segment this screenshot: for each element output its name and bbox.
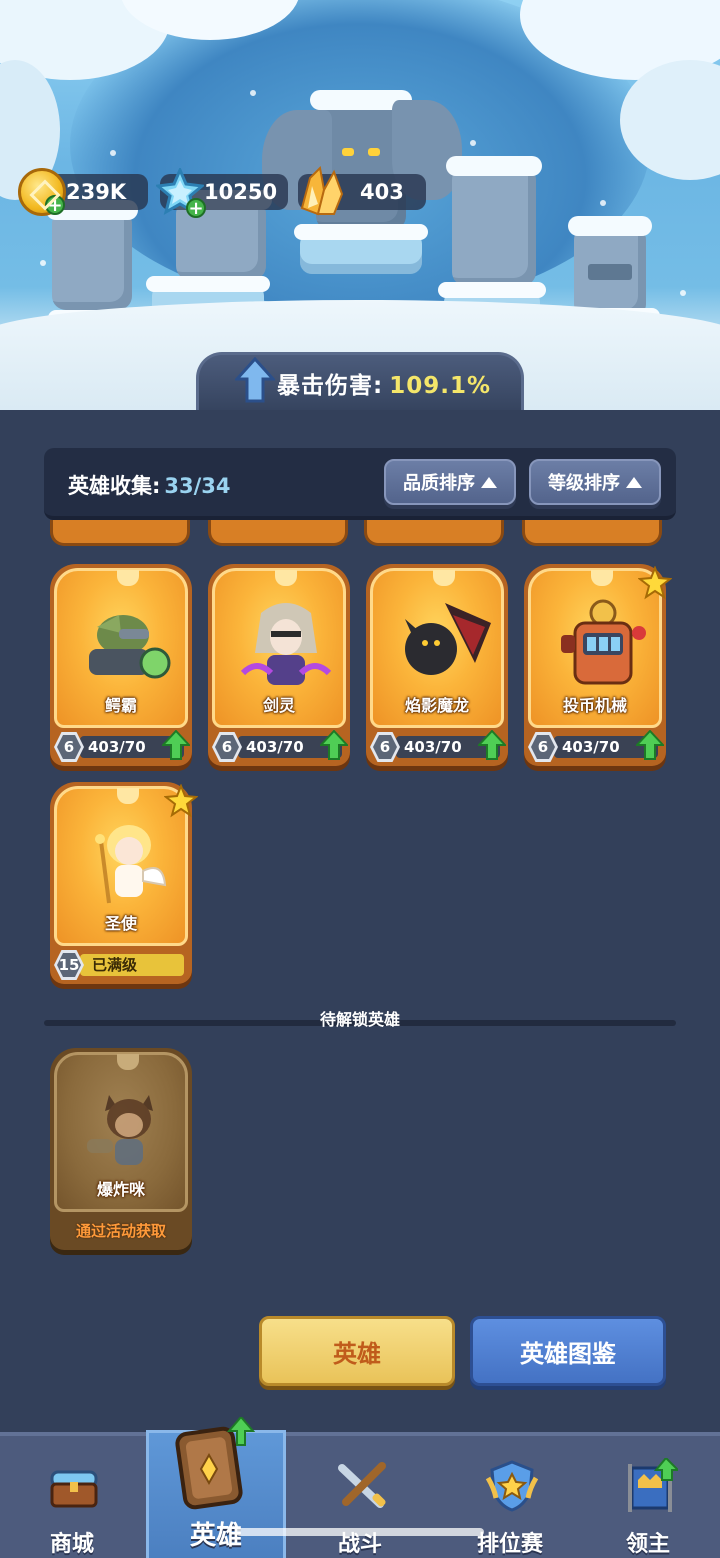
nav-lord-label: 领主 bbox=[625, 1532, 670, 1557]
hero-name: 剑灵 bbox=[262, 696, 295, 715]
ice-currency[interactable]: 10250 + bbox=[154, 166, 288, 218]
hero-level-badge: 6 bbox=[370, 732, 400, 762]
hero-name: 鳄霸 bbox=[104, 696, 137, 715]
sort-up-icon bbox=[481, 476, 497, 488]
ranked-shield-icon bbox=[485, 1460, 539, 1512]
locked-section-title: 待解锁英雄 bbox=[319, 1010, 400, 1029]
obtain-method: 通过活动获取 bbox=[75, 1222, 166, 1240]
heroes-tab-button[interactable]: 英雄 bbox=[259, 1316, 455, 1386]
sort-up-icon bbox=[626, 476, 642, 488]
upgrade-arrow-icon bbox=[162, 730, 190, 760]
sort-quality-button[interactable]: 品质排序 bbox=[384, 459, 516, 505]
hero-name: 爆炸咪 bbox=[96, 1180, 145, 1199]
statue-scene: 239K + 10250 + 403 暴击伤害: 109.1% bbox=[0, 0, 720, 410]
home-indicator[interactable] bbox=[236, 1528, 484, 1536]
crit-value: 109.1% bbox=[389, 372, 491, 399]
nav-lord[interactable]: 领主 bbox=[578, 1436, 718, 1558]
orange-crystal-icon bbox=[294, 164, 348, 218]
statue-left-1 bbox=[46, 200, 138, 310]
hero-level-badge: 15 bbox=[54, 950, 84, 980]
upgrade-arrow-icon bbox=[478, 730, 506, 760]
hero-card[interactable]: 剑灵 403/70 6 bbox=[208, 564, 350, 766]
hero-name: 圣使 bbox=[104, 914, 137, 933]
collection-label: 英雄收集: bbox=[68, 474, 161, 498]
ice-crystal-icon: + bbox=[154, 166, 206, 218]
add-ice-icon[interactable]: + bbox=[186, 198, 206, 218]
bottom-nav: 商城 英雄 战斗 排位赛 领主 bbox=[0, 1417, 720, 1558]
gold-coin-icon: + bbox=[18, 168, 66, 216]
add-gold-icon[interactable]: + bbox=[45, 195, 65, 215]
hero-card[interactable]: 圣使 已满级 15 bbox=[50, 782, 198, 984]
star-icon bbox=[164, 784, 198, 818]
crystal-currency[interactable]: 403 bbox=[298, 165, 426, 216]
slot-machine-hero-icon bbox=[561, 599, 646, 685]
hero-card[interactable]: 鳄霸 403/70 6 bbox=[50, 564, 192, 766]
sort-level-label: 等级排序 bbox=[548, 473, 620, 494]
banner-flag-icon bbox=[628, 1458, 678, 1512]
angel-hero-icon bbox=[95, 825, 167, 904]
nav-ranked[interactable]: 排位赛 bbox=[440, 1436, 580, 1558]
hero-level-badge: 6 bbox=[528, 732, 558, 762]
treasure-chest-icon bbox=[50, 1470, 98, 1508]
star-icon bbox=[638, 566, 672, 600]
hero-progress: 已满级 bbox=[80, 954, 184, 976]
statue-right-1 bbox=[446, 156, 542, 286]
up-arrow-icon bbox=[235, 357, 275, 403]
hero-level-badge: 6 bbox=[54, 732, 84, 762]
nav-heroes[interactable]: 英雄 bbox=[146, 1417, 286, 1558]
hero-name: 投币机械 bbox=[562, 696, 627, 715]
gold-amount: 239K bbox=[66, 180, 127, 204]
gold-currency[interactable]: 239K + bbox=[18, 168, 148, 216]
sort-level-button[interactable]: 等级排序 bbox=[529, 459, 661, 505]
statue-slot-machine bbox=[568, 216, 652, 318]
hero-card[interactable]: 投币机械 403/70 6 bbox=[524, 564, 672, 766]
hero-grid[interactable]: 鳄霸 403/70 6 剑灵 403/70 6 焰影魔龙 403/70 6 投币… bbox=[44, 520, 676, 1425]
hero-name: 焰影魔龙 bbox=[404, 696, 469, 715]
crystal-amount: 403 bbox=[360, 180, 404, 204]
sword-spirit-hero-icon bbox=[240, 603, 332, 685]
hero-level-badge: 6 bbox=[212, 732, 242, 762]
crit-damage-banner: 暴击伤害: 109.1% bbox=[196, 352, 524, 410]
shadow-dragon-hero-icon bbox=[405, 603, 491, 675]
crit-label: 暴击伤害: bbox=[277, 372, 384, 399]
hero-card[interactable]: 焰影魔龙 403/70 6 bbox=[366, 564, 508, 766]
crossed-weapons-icon bbox=[338, 1462, 386, 1508]
collection-count: 33/34 bbox=[164, 474, 231, 498]
locked-hero-card[interactable]: 爆炸咪 通过活动获取 bbox=[50, 1048, 192, 1250]
nav-shop-label: 商城 bbox=[49, 1532, 94, 1557]
ice-amount: 10250 bbox=[204, 180, 278, 204]
bomb-cat-hero-icon bbox=[87, 1095, 153, 1165]
hero-codex-button[interactable]: 英雄图鉴 bbox=[470, 1316, 666, 1386]
nav-shop[interactable]: 商城 bbox=[2, 1436, 142, 1558]
collection-header: 英雄收集: 33/34 品质排序 等级排序 bbox=[44, 448, 676, 520]
upgrade-arrow-icon bbox=[320, 730, 348, 760]
crocodile-hero-icon bbox=[89, 615, 171, 679]
nav-battle[interactable]: 战斗 bbox=[290, 1436, 430, 1558]
sort-quality-label: 品质排序 bbox=[403, 473, 475, 494]
hero-card-icon bbox=[175, 1417, 255, 1510]
upgrade-arrow-icon bbox=[636, 730, 664, 760]
